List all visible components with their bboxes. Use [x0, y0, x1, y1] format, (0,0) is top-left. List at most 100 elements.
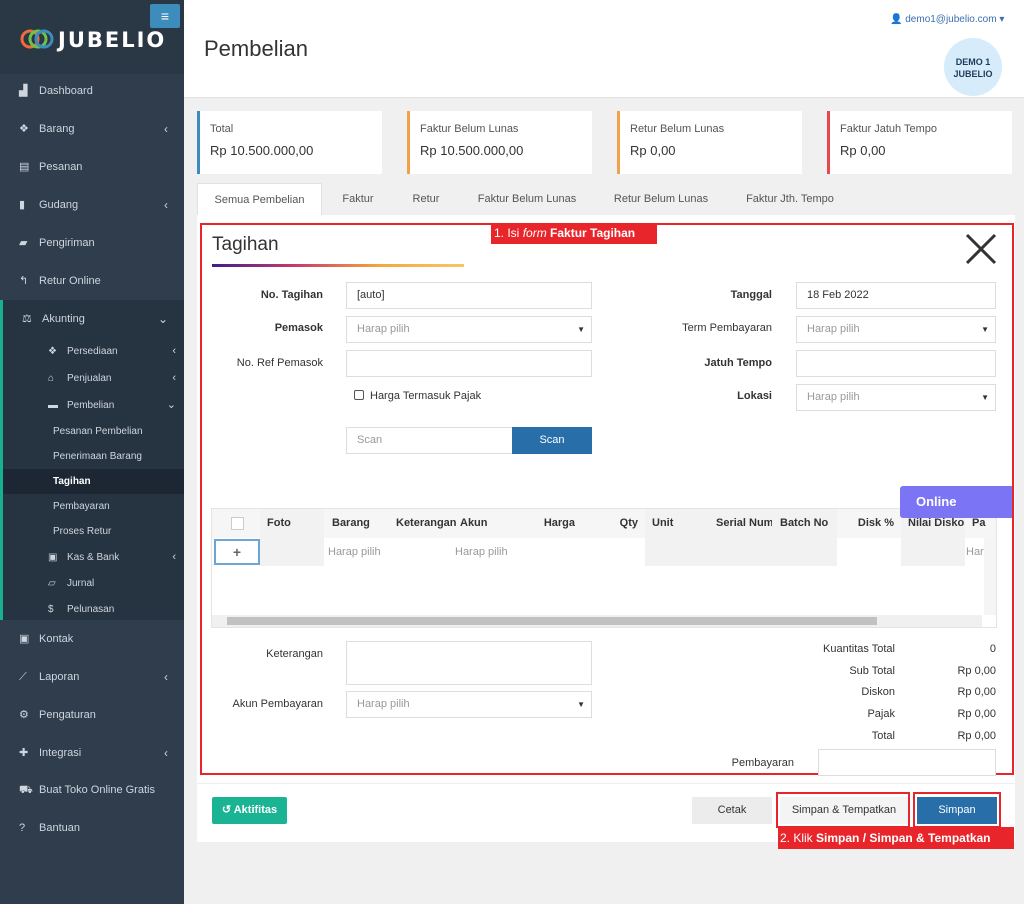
sidebar-item-kontak[interactable]: ▣ Kontak	[0, 620, 184, 658]
col-header-serial[interactable]: Serial Number	[716, 509, 772, 538]
scroll-thumb[interactable]	[227, 617, 877, 625]
online-badge[interactable]: Online	[900, 486, 1012, 518]
sidebar-item-bantuan[interactable]: ? Bantuan	[0, 809, 184, 847]
sidebar-leaf-pembayaran[interactable]: Pembayaran	[0, 494, 184, 519]
aktifitas-button[interactable]: ↺ Aktifitas	[212, 797, 287, 824]
scale-icon: ⚖	[22, 313, 32, 325]
col-header-akun[interactable]: Akun	[460, 509, 510, 538]
contact-icon: ▣	[19, 633, 30, 645]
col-header-unit[interactable]: Unit	[652, 509, 702, 538]
book-icon: ▱	[48, 578, 56, 589]
sidebar-item-integrasi[interactable]: ✚ Integrasi ‹	[0, 734, 184, 772]
pembayaran-input[interactable]	[818, 749, 996, 776]
card-total: Total Rp 10.500.000,00	[197, 111, 382, 174]
vertical-scrollbar[interactable]	[984, 538, 996, 615]
app-name: JUBELIO	[58, 28, 167, 52]
akun-pembayaran-select[interactable]: Harap pilih ▼	[346, 691, 592, 718]
akun-cell[interactable]: Harap pilih	[455, 538, 515, 566]
lokasi-label: Lokasi	[737, 390, 772, 402]
menu-toggle-button[interactable]: ≡	[150, 4, 180, 28]
no-ref-pemasok-label: No. Ref Pemasok	[236, 357, 323, 369]
tab-retur[interactable]: Retur	[400, 183, 452, 215]
close-icon[interactable]	[963, 231, 999, 267]
sidebar-item-retur-online[interactable]: ↰ Retur Online	[0, 262, 184, 300]
tab-faktur-jth-tempo[interactable]: Faktur Jth. Tempo	[736, 183, 844, 215]
scan-input[interactable]: Scan	[346, 427, 513, 454]
dollar-icon: $	[48, 604, 54, 615]
pemasok-select[interactable]: Harap pilih ▼	[346, 316, 592, 343]
col-header-keterangan[interactable]: Keterangan	[396, 509, 456, 538]
col-header-barang[interactable]: Barang	[332, 509, 392, 538]
sidebar-leaf-tagihan[interactable]: Tagihan	[0, 469, 184, 494]
horizontal-scrollbar[interactable]	[212, 615, 982, 627]
term-pembayaran-select[interactable]: Harap pilih ▼	[796, 316, 996, 343]
chevron-left-icon: ‹	[172, 551, 176, 563]
sidebar-item-dashboard[interactable]: ▟ Dashboard	[0, 72, 184, 110]
caret-down-icon: ▾	[996, 14, 1005, 25]
shop-icon: ⌂	[48, 373, 55, 384]
sidebar-leaf-pesanan-pembelian[interactable]: Pesanan Pembelian	[0, 419, 184, 444]
page-title: Pembelian	[204, 36, 308, 61]
user-menu[interactable]: 👤 demo1@jubelio.com ▾	[890, 14, 1004, 25]
sidebar-item-gudang[interactable]: ▮ Gudang ‹	[0, 186, 184, 224]
sidebar-leaf-penerimaan-barang[interactable]: Penerimaan Barang	[0, 444, 184, 469]
sidebar-item-pesanan[interactable]: ▤ Pesanan	[0, 148, 184, 186]
select-all-checkbox[interactable]	[231, 517, 244, 530]
sidebar-item-barang[interactable]: ❖ Barang ‹	[0, 110, 184, 148]
tab-faktur[interactable]: Faktur	[330, 183, 386, 215]
sidebar-sub-pembelian[interactable]: ▬ Pembelian ⌄	[0, 392, 184, 419]
history-icon: ↺	[221, 804, 234, 816]
sidebar-item-laporan[interactable]: ⟋ Laporan ‹	[0, 658, 184, 696]
chevron-left-icon: ‹	[164, 670, 168, 684]
barang-cell[interactable]: Harap pilih	[328, 538, 390, 566]
sidebar-item-pengaturan[interactable]: ⚙ Pengaturan	[0, 696, 184, 734]
sidebar-sub-kas-bank[interactable]: ▣ Kas & Bank ‹	[0, 544, 184, 570]
col-header-disk[interactable]: Disk %	[842, 509, 894, 538]
no-tagihan-label: No. Tagihan	[260, 289, 323, 301]
tab-faktur-belum-lunas[interactable]: Faktur Belum Lunas	[468, 183, 586, 215]
cubes-icon: ❖	[19, 123, 29, 135]
caret-down-icon: ▼	[981, 325, 989, 334]
scan-button[interactable]: Scan	[512, 427, 592, 454]
sidebar-item-buat-toko[interactable]: ⛟ Buat Toko Online Gratis	[0, 771, 184, 809]
sidebar-sub-persediaan[interactable]: ❖ Persediaan ‹	[0, 338, 184, 365]
akun-pembayaran-label: Akun Pembayaran	[232, 698, 324, 710]
add-row-button[interactable]: +	[214, 539, 260, 565]
total-label-pajak: Pajak	[867, 708, 895, 720]
sidebar-leaf-proses-retur[interactable]: Proses Retur	[0, 519, 184, 544]
last-cell[interactable]: Har	[966, 538, 984, 566]
jatuh-tempo-input[interactable]	[796, 350, 996, 377]
no-tagihan-input[interactable]: [auto]	[346, 282, 592, 309]
caret-down-icon: ▼	[577, 700, 585, 709]
jubelio-logo-icon	[20, 29, 54, 49]
sidebar-sub-penjualan[interactable]: ⌂ Penjualan ‹	[0, 365, 184, 392]
tanggal-input[interactable]: 18 Feb 2022	[796, 282, 996, 309]
reply-icon: ↰	[19, 275, 29, 287]
no-ref-pemasok-input[interactable]	[346, 350, 592, 377]
chevron-left-icon: ‹	[172, 372, 176, 384]
sidebar-item-pengiriman[interactable]: ▰ Pengiriman	[0, 224, 184, 262]
annotation-label-1: 1. Isi form Faktur Tagihan	[491, 223, 657, 244]
lokasi-select[interactable]: Harap pilih ▼	[796, 384, 996, 411]
keterangan-textarea[interactable]	[346, 641, 592, 685]
tab-retur-belum-lunas[interactable]: Retur Belum Lunas	[604, 183, 718, 215]
chevron-down-icon: ⌄	[166, 399, 176, 411]
tab-semua-pembelian[interactable]: Semua Pembelian	[197, 183, 322, 215]
chevron-left-icon: ‹	[164, 122, 168, 136]
annotation-box-simpan-tempatkan	[776, 792, 910, 828]
col-header-harga[interactable]: Harga	[517, 509, 575, 538]
user-icon: 👤	[890, 14, 906, 25]
col-header-qty[interactable]: Qty	[582, 509, 638, 538]
col-header-foto[interactable]: Foto	[267, 509, 322, 538]
chevron-left-icon: ‹	[164, 198, 168, 212]
total-label-kuantitas: Kuantitas Total	[823, 643, 895, 655]
total-value-total: Rp 0,00	[957, 730, 996, 742]
sidebar-sub-jurnal[interactable]: ▱ Jurnal	[0, 570, 184, 596]
harga-pajak-checkbox[interactable]	[354, 390, 364, 400]
cetak-button[interactable]: Cetak	[692, 797, 772, 824]
col-header-batch[interactable]: Batch No	[780, 509, 836, 538]
sidebar-item-akunting[interactable]: ⚖ Akunting ⌄	[0, 300, 184, 338]
avatar[interactable]: DEMO 1 JUBELIO	[944, 38, 1002, 96]
sidebar-sub-pelunasan[interactable]: $ Pelunasan	[0, 596, 184, 620]
tanggal-label: Tanggal	[730, 289, 772, 301]
